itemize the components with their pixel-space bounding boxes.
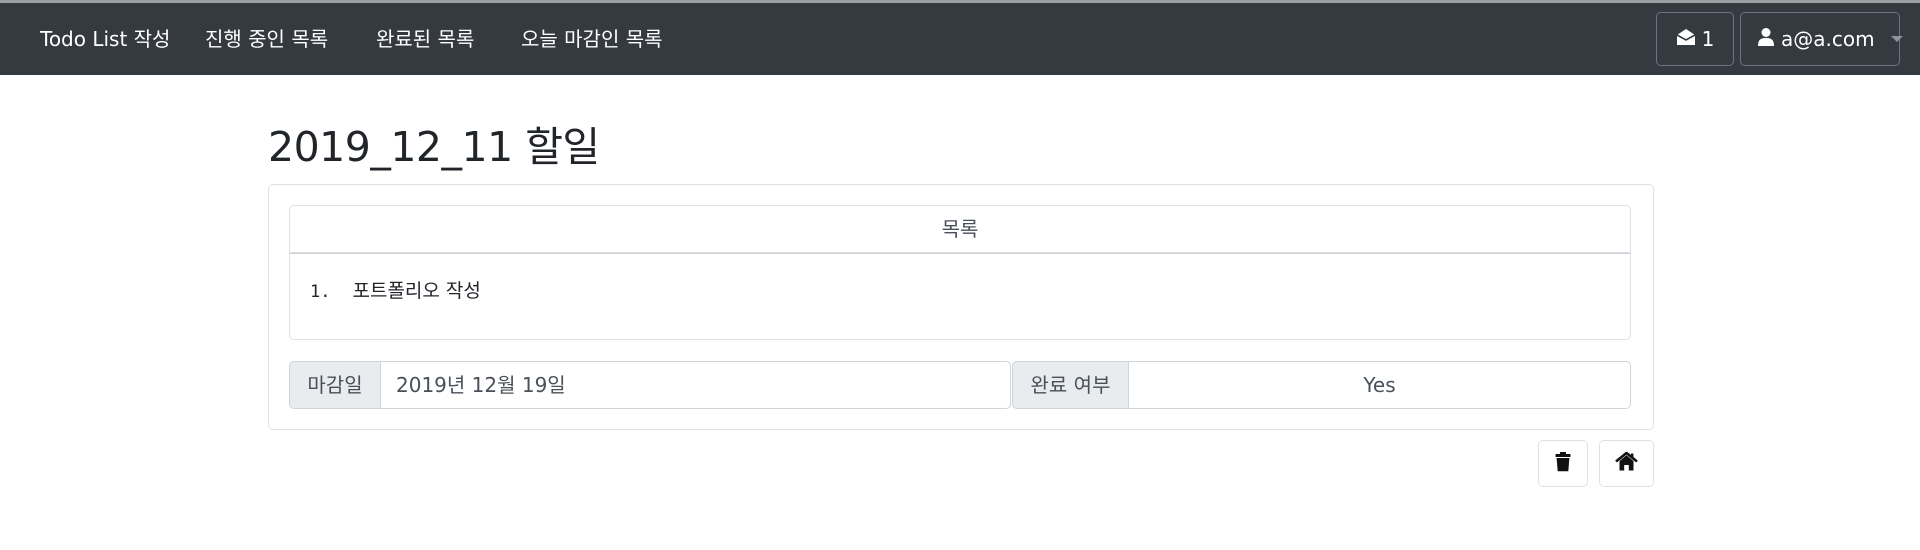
nav-item-in-progress[interactable]: 진행 중인 목록 (205, 3, 328, 75)
delete-button[interactable] (1538, 440, 1588, 487)
messages-button[interactable]: 1 (1656, 12, 1734, 66)
nav-item-todo-create[interactable]: Todo List 작성 (40, 3, 170, 75)
todo-list: 1. 포트폴리오 작성 (289, 253, 1631, 340)
home-button[interactable] (1599, 440, 1654, 487)
done-label: 완료 여부 (1012, 361, 1129, 409)
chevron-down-icon (1890, 36, 1903, 42)
user-icon (1757, 27, 1775, 52)
list-item-text: 포트폴리오 작성 (352, 280, 481, 302)
list-item-number: 1. (310, 282, 331, 302)
nav-item-completed[interactable]: 완료된 목록 (376, 3, 474, 75)
page-title: 2019_12_11 할일 (268, 123, 600, 171)
user-email: a@a.com (1781, 27, 1875, 51)
messages-count: 1 (1701, 27, 1715, 51)
todo-list-header: 목록 (289, 205, 1631, 253)
trash-icon (1555, 451, 1571, 476)
envelope-open-icon (1676, 27, 1696, 51)
list-item: 1. 포트폴리오 작성 (310, 276, 481, 303)
user-menu-button[interactable]: a@a.com (1740, 12, 1903, 66)
done-field[interactable]: Yes (1128, 361, 1631, 409)
deadline-field[interactable]: 2019년 12월 19일 (380, 361, 1011, 409)
deadline-label: 마감일 (289, 361, 381, 409)
nav-item-due-today[interactable]: 오늘 마감인 목록 (521, 3, 663, 75)
top-navbar: Todo List 작성 진행 중인 목록 완료된 목록 오늘 마감인 목록 1… (0, 0, 1920, 75)
home-icon (1615, 451, 1638, 475)
